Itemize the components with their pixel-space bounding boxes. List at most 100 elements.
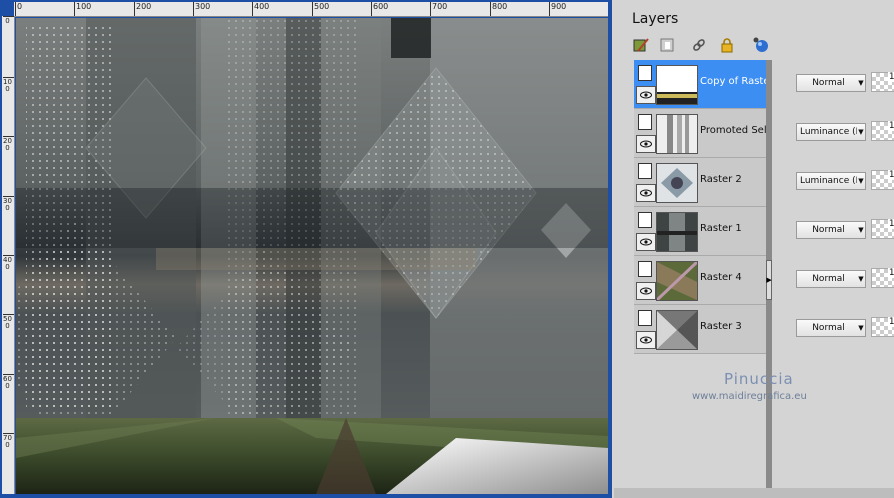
horizontal-ruler: 0 100 200 300 400 500 600 700 800 900 <box>14 2 608 17</box>
blend-mode-select[interactable]: Normal ▼ <box>796 74 866 92</box>
chevron-down-icon: ▼ <box>858 177 864 185</box>
ruler-tick: 0 <box>3 16 14 25</box>
ruler-tick: 300 <box>3 196 14 212</box>
layer-row-promoted-selection[interactable]: Promoted Select Luminance (L) ▼ 100 <box>634 109 894 158</box>
layers-title-bar[interactable]: Layers <box>614 0 894 36</box>
layer-visibility-group <box>636 64 656 104</box>
layer-item[interactable]: Raster 4 <box>634 256 766 305</box>
layer-row-raster-2[interactable]: Raster 2 Luminance (L) ▼ 100 <box>634 158 894 207</box>
chevron-down-icon: ▼ <box>858 275 864 283</box>
layer-name: Raster 4 <box>700 272 742 283</box>
layer-thumbnail <box>656 114 698 154</box>
layer-thumbnail <box>656 261 698 301</box>
layer-name: Raster 1 <box>700 223 742 234</box>
layer-page-icon[interactable] <box>638 212 652 228</box>
ruler-tick: 200 <box>3 136 14 152</box>
canvas-window: 0 100 200 300 400 500 600 700 800 900 0 … <box>0 0 612 498</box>
eye-icon[interactable] <box>636 282 656 300</box>
layer-page-icon[interactable] <box>638 310 652 326</box>
layer-visibility-group <box>636 309 656 349</box>
mask-icon[interactable] <box>658 36 676 54</box>
chevron-down-icon: ▼ <box>858 226 864 234</box>
layer-row-raster-4[interactable]: Raster 4 Normal ▼ 100 <box>634 256 894 305</box>
canvas-artwork[interactable] <box>16 18 608 494</box>
layers-palette: Layers Copy of Rast Normal ▼ 1 Promoted … <box>614 0 894 498</box>
layer-item[interactable]: Raster 3 <box>634 305 766 354</box>
opacity-value: 100 <box>887 121 894 131</box>
ruler-tick: 400 <box>3 255 14 271</box>
chevron-down-icon: ▼ <box>858 128 864 136</box>
ruler-tick: 100 <box>73 2 92 16</box>
opacity-slider[interactable]: 100 <box>871 317 894 337</box>
layer-thumbnail <box>656 65 698 105</box>
layer-page-icon[interactable] <box>638 65 652 81</box>
layer-item[interactable]: Promoted Select <box>634 109 766 158</box>
new-layer-icon[interactable] <box>632 36 650 54</box>
opacity-value: 100 <box>887 317 894 327</box>
blend-mode-select[interactable]: Normal ▼ <box>796 221 866 239</box>
ruler-tick: 0 <box>14 2 23 16</box>
layer-page-icon[interactable] <box>638 114 652 130</box>
link-icon[interactable] <box>690 36 708 54</box>
lock-icon[interactable] <box>718 36 736 54</box>
watermark-url: www.maidiregrafica.eu <box>692 391 807 402</box>
layer-thumbnail <box>656 310 698 350</box>
ruler-tick: 600 <box>3 374 14 390</box>
layer-visibility-group <box>636 260 656 300</box>
eye-icon[interactable] <box>636 135 656 153</box>
eye-icon[interactable] <box>636 331 656 349</box>
ruler-tick: 900 <box>548 2 567 16</box>
layer-row-raster-1[interactable]: Raster 1 Normal ▼ 100 <box>634 207 894 256</box>
layer-item[interactable]: Raster 1 <box>634 207 766 256</box>
layer-name: Promoted Select <box>700 125 766 136</box>
opacity-slider[interactable]: 100 <box>871 72 894 92</box>
layer-item[interactable]: Raster 2 <box>634 158 766 207</box>
ruler-tick: 300 <box>192 2 211 16</box>
vertical-ruler: 0 100 200 300 400 500 600 700 <box>2 16 15 494</box>
chevron-down-icon: ▼ <box>858 79 864 87</box>
opacity-slider[interactable]: 100 <box>871 170 894 190</box>
layer-thumbnail <box>656 163 698 203</box>
blend-mode-select[interactable]: Normal ▼ <box>796 319 866 337</box>
eye-icon[interactable] <box>636 86 656 104</box>
blend-mode-value: Normal <box>812 78 845 88</box>
ruler-tick: 500 <box>3 314 14 330</box>
horizontal-scrollbar[interactable] <box>614 488 894 498</box>
layer-name: Raster 2 <box>700 174 742 185</box>
blend-mode-value: Normal <box>812 274 845 284</box>
opacity-value: 100 <box>887 268 894 278</box>
blend-mode-select[interactable]: Luminance (L) ▼ <box>796 172 866 190</box>
opacity-value: 100 <box>887 219 894 229</box>
layer-page-icon[interactable] <box>638 261 652 277</box>
layer-row-copy-of-raster[interactable]: Copy of Raster Normal ▼ 100 <box>634 60 894 109</box>
chevron-down-icon: ▼ <box>858 324 864 332</box>
blend-mode-value: Luminance (L) <box>800 127 857 137</box>
watermark-title: Pinuccia <box>724 370 794 388</box>
ruler-tick: 700 <box>429 2 448 16</box>
layer-list: Copy of Raster Normal ▼ 100 Promoted Sel… <box>634 60 894 354</box>
ruler-tick: 400 <box>251 2 270 16</box>
opacity-slider[interactable]: 100 <box>871 121 894 141</box>
globe-icon[interactable] <box>752 36 770 54</box>
blend-mode-value: Normal <box>812 225 845 235</box>
opacity-slider[interactable]: 100 <box>871 219 894 239</box>
splitter-arrow-icon[interactable]: ▶ <box>766 260 772 300</box>
layer-row-raster-3[interactable]: Raster 3 Normal ▼ 100 <box>634 305 894 354</box>
opacity-value: 100 <box>887 72 894 82</box>
layer-visibility-group <box>636 113 656 153</box>
panel-splitter[interactable]: ▶ <box>766 60 772 498</box>
eye-icon[interactable] <box>636 233 656 251</box>
layer-visibility-group <box>636 162 656 202</box>
blend-mode-select[interactable]: Luminance (L) ▼ <box>796 123 866 141</box>
blend-mode-value: Luminance (L) <box>800 176 857 186</box>
ruler-tick: 600 <box>370 2 389 16</box>
blend-mode-select[interactable]: Normal ▼ <box>796 270 866 288</box>
panel-title: Layers <box>632 11 679 27</box>
eye-icon[interactable] <box>636 184 656 202</box>
opacity-slider[interactable]: 100 <box>871 268 894 288</box>
blend-mode-value: Normal <box>812 323 845 333</box>
layer-item[interactable]: Copy of Raster <box>634 60 766 109</box>
layer-page-icon[interactable] <box>638 163 652 179</box>
layer-visibility-group <box>636 211 656 251</box>
ruler-tick: 200 <box>133 2 152 16</box>
